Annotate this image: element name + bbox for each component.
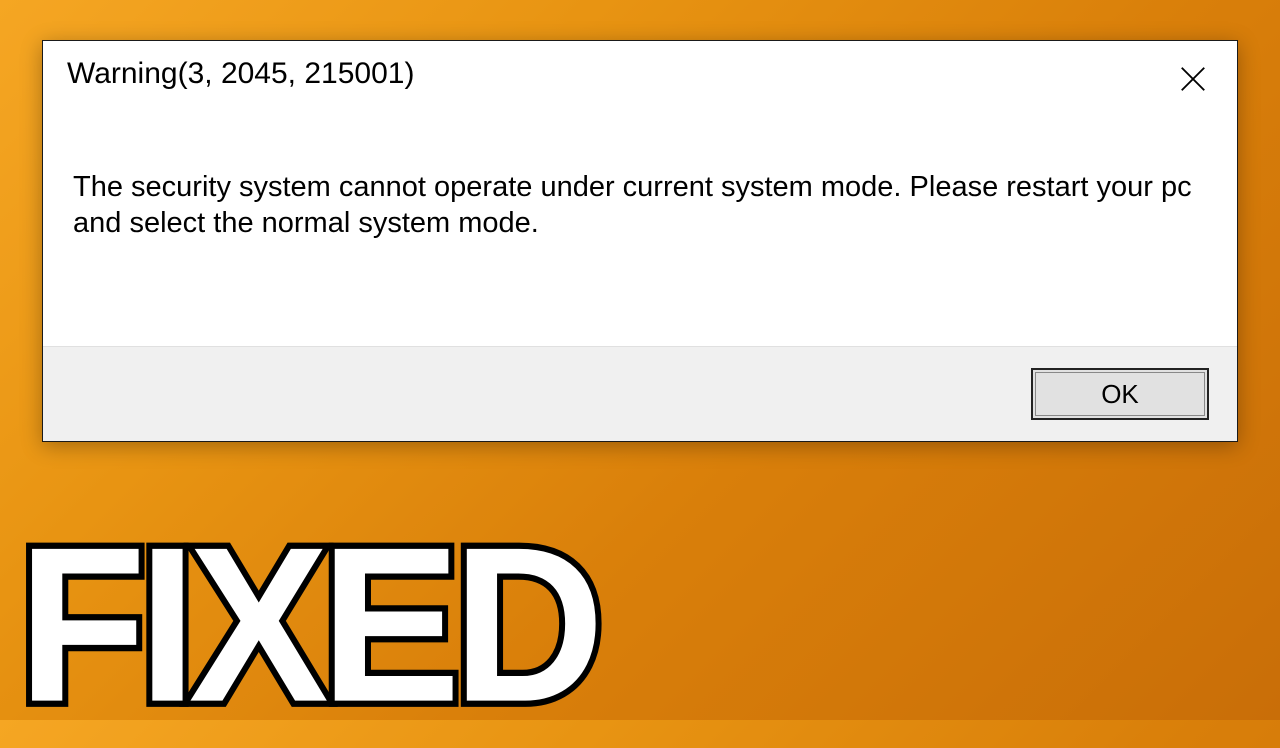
close-button[interactable] (1169, 55, 1217, 103)
close-icon (1178, 64, 1208, 94)
dialog-content: The security system cannot operate under… (43, 111, 1237, 262)
ok-button[interactable]: OK (1031, 368, 1209, 420)
overlay-fixed-text: FIXED (18, 515, 596, 736)
button-area: OK (43, 346, 1237, 441)
dialog-title: Warning(3, 2045, 215001) (67, 53, 414, 91)
dialog-message: The security system cannot operate under… (73, 169, 1207, 242)
titlebar: Warning(3, 2045, 215001) (43, 41, 1237, 111)
warning-dialog: Warning(3, 2045, 215001) The security sy… (42, 40, 1238, 442)
